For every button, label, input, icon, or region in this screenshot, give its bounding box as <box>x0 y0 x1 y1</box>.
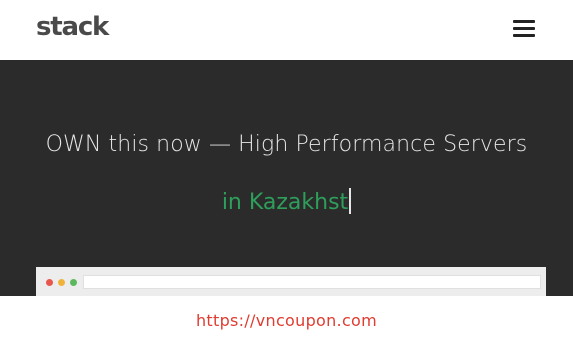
hero-headline: OWN this now — High Performance Servers <box>45 132 528 157</box>
hero-section: OWN this now — High Performance Servers … <box>0 60 573 296</box>
minimize-dot-icon <box>58 279 65 286</box>
menu-line <box>513 27 535 30</box>
vncoupon-link[interactable]: https://vncoupon.com <box>0 311 573 330</box>
top-navigation-bar: stack <box>0 0 573 60</box>
menu-line <box>513 34 535 37</box>
close-dot-icon <box>46 279 53 286</box>
maximize-dot-icon <box>70 279 77 286</box>
typing-cursor <box>349 188 352 214</box>
typed-location-text: in Kazakhst <box>221 190 349 215</box>
typed-location-line: in Kazakhst <box>0 188 573 215</box>
browser-toolbar <box>36 267 546 296</box>
footer-bar: https://vncoupon.com <box>0 296 573 348</box>
hamburger-menu-icon[interactable] <box>513 20 535 38</box>
address-bar <box>83 275 541 289</box>
browser-window-mockup <box>36 267 546 296</box>
menu-line <box>513 20 535 23</box>
stack-logo[interactable]: stack <box>36 12 109 42</box>
